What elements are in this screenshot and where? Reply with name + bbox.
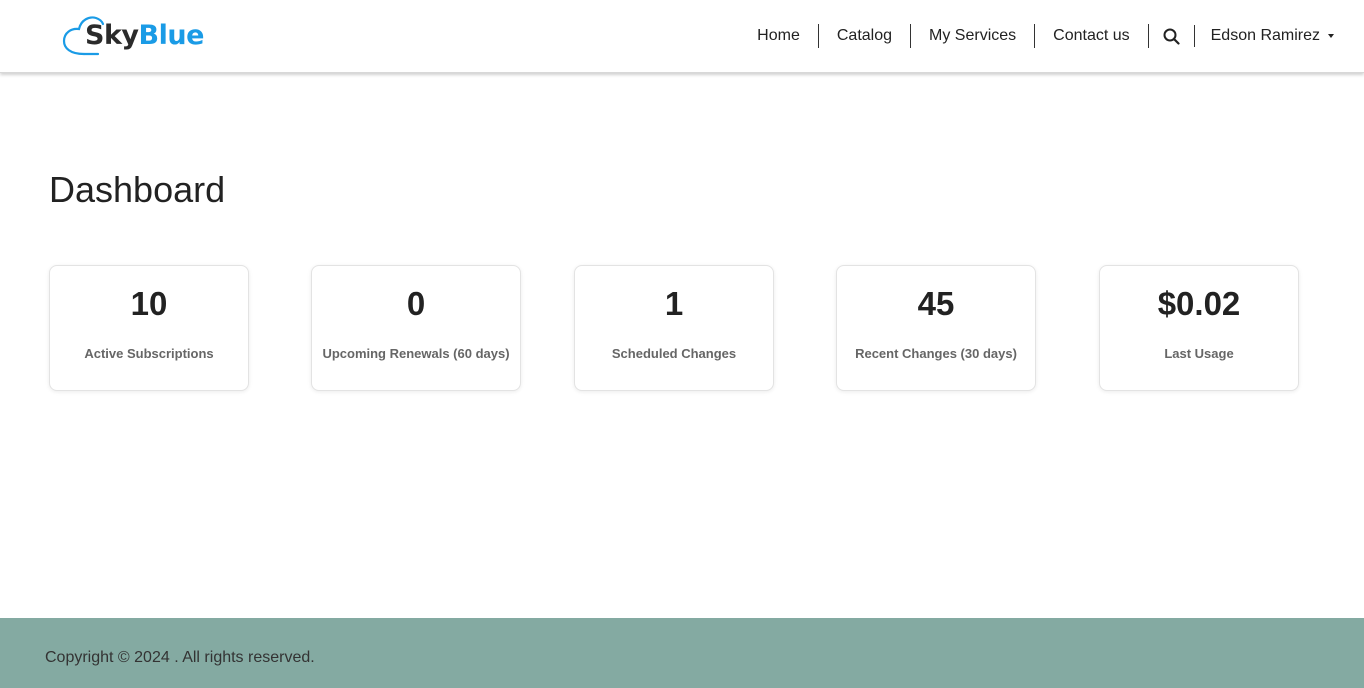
stat-card-last-usage[interactable]: $0.02 Last Usage — [1099, 265, 1299, 391]
nav-my-services[interactable]: My Services — [911, 24, 1036, 48]
brand-logo[interactable]: SkyBlue — [85, 20, 204, 52]
copyright-text: Copyright © 2024 . All rights reserved. — [45, 649, 315, 666]
stat-card-active-subscriptions[interactable]: 10 Active Subscriptions — [49, 265, 249, 391]
stat-label: Last Usage — [1164, 346, 1234, 361]
search-icon — [1163, 28, 1180, 45]
stat-card-scheduled-changes[interactable]: 1 Scheduled Changes — [574, 265, 774, 391]
nav-contact-us[interactable]: Contact us — [1035, 24, 1149, 48]
stat-card-upcoming-renewals[interactable]: 0 Upcoming Renewals (60 days) — [311, 265, 521, 391]
nav-catalog[interactable]: Catalog — [819, 24, 912, 48]
stat-label: Upcoming Renewals (60 days) — [322, 346, 510, 361]
top-header: SkyBlue Home Catalog My Services Contact… — [0, 0, 1364, 73]
stat-value: 10 — [130, 285, 168, 322]
search-button[interactable] — [1149, 25, 1195, 47]
page-footer: Copyright © 2024 . All rights reserved. — [0, 618, 1364, 688]
stat-card-recent-changes[interactable]: 45 Recent Changes (30 days) — [836, 265, 1036, 391]
stat-value: 45 — [917, 285, 955, 322]
page-title: Dashboard — [49, 169, 226, 210]
brand-name-part1: Sky — [85, 20, 139, 51]
stat-label: Recent Changes (30 days) — [855, 346, 1017, 361]
stat-label: Scheduled Changes — [611, 346, 737, 361]
main-nav: Home Catalog My Services Contact us Edso… — [757, 24, 1334, 48]
user-name: Edson Ramirez — [1210, 27, 1320, 44]
nav-home[interactable]: Home — [757, 24, 819, 48]
stat-value: 1 — [664, 285, 684, 322]
stat-value: 0 — [406, 285, 426, 322]
brand-name-part2: Blue — [138, 20, 205, 51]
stat-value: $0.02 — [1157, 285, 1241, 322]
user-menu[interactable]: Edson Ramirez — [1195, 24, 1334, 48]
chevron-down-icon — [1328, 34, 1334, 38]
stat-label: Active Subscriptions — [84, 346, 214, 361]
